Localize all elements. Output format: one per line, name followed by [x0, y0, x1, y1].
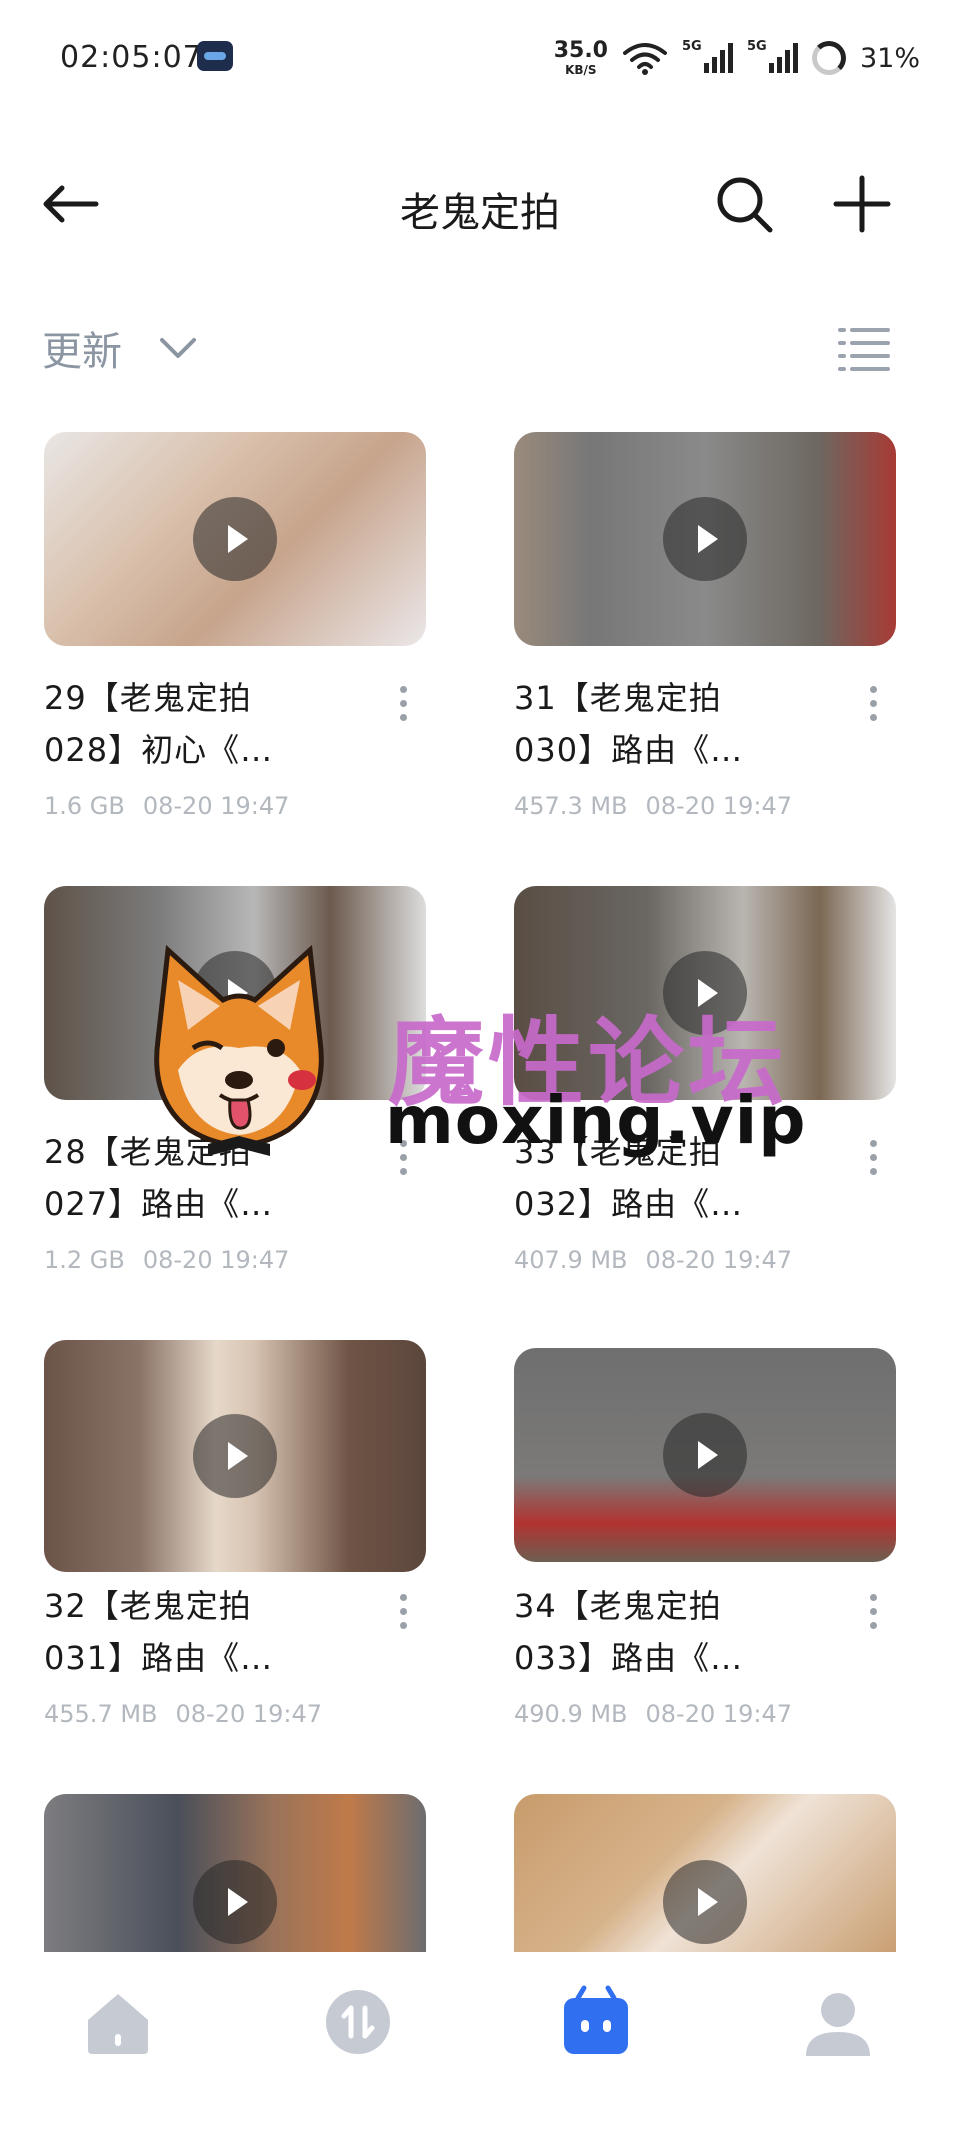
network-speed-unit: KB/S — [565, 63, 597, 77]
sort-dropdown[interactable]: 更新 — [42, 318, 198, 378]
play-icon[interactable] — [193, 1860, 277, 1944]
file-title-line1: 29【老鬼定拍 — [44, 679, 252, 717]
file-title-line2: 030】路由《… — [514, 731, 744, 769]
nav-profile[interactable] — [798, 1982, 878, 2062]
file-size: 407.9 MB — [514, 1246, 628, 1274]
search-button[interactable] — [712, 172, 782, 236]
battery-level: 31% — [859, 42, 920, 74]
more-options-button[interactable] — [850, 1586, 896, 1636]
file-meta: 455.7 MB 08-20 19:47 — [44, 1700, 322, 1728]
file-date: 08-20 19:47 — [645, 1700, 793, 1728]
file-card[interactable]: 31【老鬼定拍 030】路由《… 457.3 MB 08-20 19:47 — [514, 432, 896, 852]
nav-transfer[interactable] — [318, 1982, 398, 2062]
app-header: 老鬼定拍 — [0, 150, 960, 260]
file-size: 490.9 MB — [514, 1700, 628, 1728]
more-options-button[interactable] — [850, 1132, 896, 1182]
shiba-dog-watermark-icon — [154, 944, 324, 1156]
nav-files[interactable] — [556, 1982, 636, 2062]
file-date: 08-20 19:47 — [645, 792, 793, 820]
file-title: 32【老鬼定拍 031】路由《… — [44, 1580, 364, 1684]
bottom-nav — [0, 1952, 960, 2146]
file-card[interactable] — [44, 1794, 426, 1954]
list-view-button[interactable] — [836, 320, 892, 376]
play-icon[interactable] — [193, 1414, 277, 1498]
file-date: 08-20 19:47 — [645, 1246, 793, 1274]
file-meta: 457.3 MB 08-20 19:47 — [514, 792, 792, 820]
play-icon[interactable] — [193, 497, 277, 581]
video-thumbnail[interactable] — [514, 1348, 896, 1562]
play-icon[interactable] — [663, 1860, 747, 1944]
list-view-icon — [838, 328, 890, 371]
file-size: 455.7 MB — [44, 1700, 158, 1728]
sort-label: 更新 — [42, 329, 122, 375]
file-title-line2: 027】路由《… — [44, 1185, 274, 1223]
nav-home[interactable] — [78, 1982, 158, 2062]
signal-sim1-icon: 5G — [682, 39, 733, 73]
page-title: 老鬼定拍 — [400, 190, 560, 236]
video-thumbnail[interactable] — [44, 432, 426, 646]
play-icon[interactable] — [663, 1413, 747, 1497]
wifi-icon — [622, 43, 667, 75]
file-meta: 1.2 GB 08-20 19:47 — [44, 1246, 289, 1274]
more-options-button[interactable] — [850, 678, 896, 728]
sim2-label: 5G — [746, 39, 767, 54]
file-size: 457.3 MB — [514, 792, 628, 820]
watermark-text-en: moxing.vip — [385, 1082, 807, 1159]
play-icon[interactable] — [663, 497, 747, 581]
file-title-line1: 34【老鬼定拍 — [514, 1587, 722, 1625]
add-button[interactable] — [830, 172, 900, 236]
file-date: 08-20 19:47 — [142, 792, 290, 820]
more-options-button[interactable] — [380, 1586, 426, 1636]
file-meta: 1.6 GB 08-20 19:47 — [44, 792, 289, 820]
file-title-line2: 033】路由《… — [514, 1639, 744, 1677]
file-date: 08-20 19:47 — [142, 1246, 290, 1274]
file-title-line2: 028】初心《… — [44, 731, 274, 769]
search-icon — [717, 177, 773, 233]
profile-icon — [806, 1993, 870, 2056]
plus-icon — [833, 175, 891, 233]
video-thumbnail[interactable] — [514, 1794, 896, 1954]
video-thumbnail[interactable] — [44, 1340, 426, 1572]
home-icon — [88, 1994, 148, 2054]
more-options-button[interactable] — [380, 678, 426, 728]
file-meta: 407.9 MB 08-20 19:47 — [514, 1246, 792, 1274]
file-size: 1.2 GB — [44, 1246, 125, 1274]
video-thumbnail[interactable] — [514, 432, 896, 646]
video-thumbnail[interactable] — [44, 1794, 426, 1954]
file-title: 34【老鬼定拍 033】路由《… — [514, 1580, 834, 1684]
file-title: 29【老鬼定拍 028】初心《… — [44, 672, 364, 776]
file-title-line2: 031】路由《… — [44, 1639, 274, 1677]
file-title-line1: 31【老鬼定拍 — [514, 679, 722, 717]
file-card[interactable]: 34【老鬼定拍 033】路由《… 490.9 MB 08-20 19:47 — [514, 1340, 896, 1760]
sim1-label: 5G — [681, 39, 702, 54]
file-title-line1: 32【老鬼定拍 — [44, 1587, 252, 1625]
chevron-down-icon — [160, 338, 196, 358]
battery-icon — [811, 41, 846, 75]
notification-app-icon — [197, 41, 233, 71]
transfer-icon — [326, 1990, 390, 2054]
network-speed: 35.0 KB/S — [553, 38, 608, 77]
file-card[interactable]: 29【老鬼定拍 028】初心《… 1.6 GB 08-20 19:47 — [44, 432, 426, 852]
file-meta: 490.9 MB 08-20 19:47 — [514, 1700, 792, 1728]
file-size: 1.6 GB — [44, 792, 125, 820]
file-title-line2: 032】路由《… — [514, 1185, 744, 1223]
file-card[interactable] — [514, 1794, 896, 1954]
network-speed-value: 35.0 — [553, 38, 608, 63]
file-date: 08-20 19:47 — [175, 1700, 323, 1728]
file-card[interactable]: 32【老鬼定拍 031】路由《… 455.7 MB 08-20 19:47 — [44, 1340, 426, 1760]
status-indicators: 35.0 KB/S 5G 5G 31% — [554, 36, 920, 80]
signal-sim2-icon: 5G — [747, 39, 798, 73]
status-time: 02:05:07 — [60, 40, 203, 75]
status-bar: 02:05:07 35.0 KB/S 5G 5G 31% — [0, 0, 960, 115]
file-title: 31【老鬼定拍 030】路由《… — [514, 672, 834, 776]
cloud-drive-icon — [564, 1985, 628, 2054]
